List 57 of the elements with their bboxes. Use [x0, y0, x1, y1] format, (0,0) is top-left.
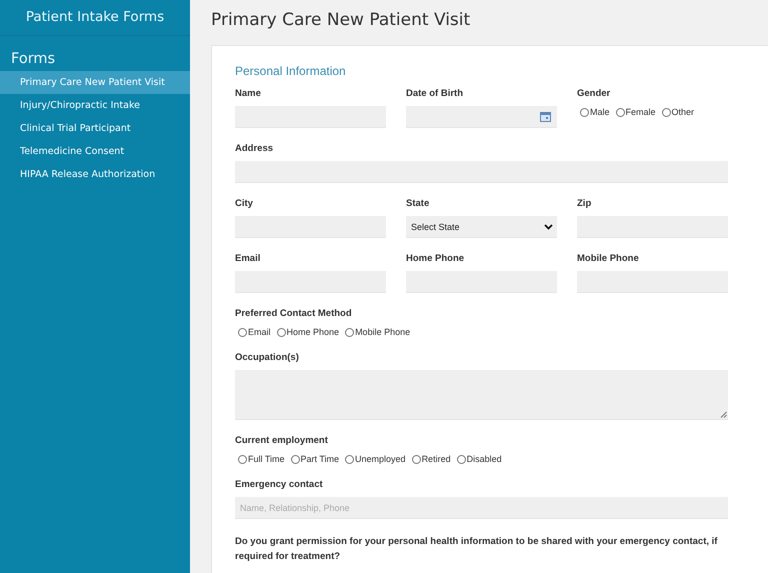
- section-title: Personal Information: [235, 64, 347, 78]
- sidebar-item[interactable]: Telemedicine Consent: [0, 140, 190, 163]
- field-label: Date of Birth: [406, 88, 464, 99]
- state-dropdown[interactable]: Select State: [406, 216, 557, 238]
- radio-option[interactable]: Female: [612, 107, 656, 117]
- section-heading: Forms: [10, 50, 56, 69]
- date-field[interactable]: [406, 106, 557, 128]
- radio-button[interactable]: [662, 108, 671, 116]
- radio-option[interactable]: Disabled: [454, 454, 502, 464]
- field-label: Gender: [577, 88, 612, 99]
- radio-option[interactable]: Full Time: [235, 454, 285, 464]
- radio-button[interactable]: [238, 454, 247, 464]
- text-field[interactable]: Name, Relationship, Phone: [235, 497, 728, 519]
- text-field[interactable]: [406, 271, 557, 293]
- radio-option[interactable]: Mobile Phone: [342, 327, 410, 337]
- field-label: Preferred Contact Method: [235, 308, 353, 319]
- text-field[interactable]: [577, 216, 728, 238]
- radio-option[interactable]: Part Time: [288, 454, 340, 464]
- sidebar-item[interactable]: HIPAA Release Authorization: [0, 163, 190, 186]
- text-field[interactable]: [235, 106, 386, 128]
- radio-option[interactable]: Other: [658, 107, 694, 117]
- radio-button[interactable]: [345, 454, 354, 464]
- radio-button[interactable]: [456, 454, 466, 464]
- page-title: Primary Care New Patient Visit: [211, 10, 472, 32]
- chevron-icon: [544, 224, 553, 230]
- radio-button[interactable]: [412, 454, 421, 464]
- radio-button[interactable]: [290, 454, 300, 464]
- resize-handle-icon[interactable]: [720, 411, 727, 418]
- field-label: Mobile Phone: [577, 253, 640, 264]
- radio-option[interactable]: Email: [235, 327, 271, 337]
- radio-button[interactable]: [580, 108, 589, 116]
- radio-option[interactable]: Unemployed: [342, 454, 406, 464]
- field-label: Address: [235, 143, 274, 154]
- text-field[interactable]: [577, 271, 728, 293]
- radio-button[interactable]: [616, 108, 625, 116]
- text-field[interactable]: [235, 161, 728, 183]
- field-label: Current employment: [235, 435, 329, 446]
- field-label: City: [235, 198, 254, 209]
- field-label: Name: [235, 88, 262, 99]
- radio-button[interactable]: [276, 328, 286, 336]
- field-label: Emergency contact: [235, 479, 324, 490]
- radio-button[interactable]: [345, 328, 354, 336]
- field-label: Email: [235, 253, 262, 264]
- field-label: Occupation(s): [235, 352, 300, 363]
- radio-option[interactable]: Retired: [408, 454, 451, 464]
- sidebar-item[interactable]: Clinical Trial Participant: [0, 117, 190, 140]
- question-text: Do you grant permission for your personal health information to be shared with your emergency contact, if required for treatment?: [235, 535, 718, 564]
- radio-button[interactable]: [238, 328, 247, 336]
- radio-option[interactable]: Male: [577, 107, 610, 117]
- field-label: Zip: [577, 198, 592, 209]
- sidebar-item[interactable]: Injury/Chiropractic Intake: [0, 94, 190, 117]
- text-field[interactable]: [235, 216, 386, 238]
- text-field[interactable]: [235, 271, 386, 293]
- calendar-icon[interactable]: [540, 112, 551, 122]
- field-label: State: [406, 198, 430, 209]
- field-label: Home Phone: [406, 253, 466, 264]
- radio-option[interactable]: Home Phone: [274, 327, 340, 337]
